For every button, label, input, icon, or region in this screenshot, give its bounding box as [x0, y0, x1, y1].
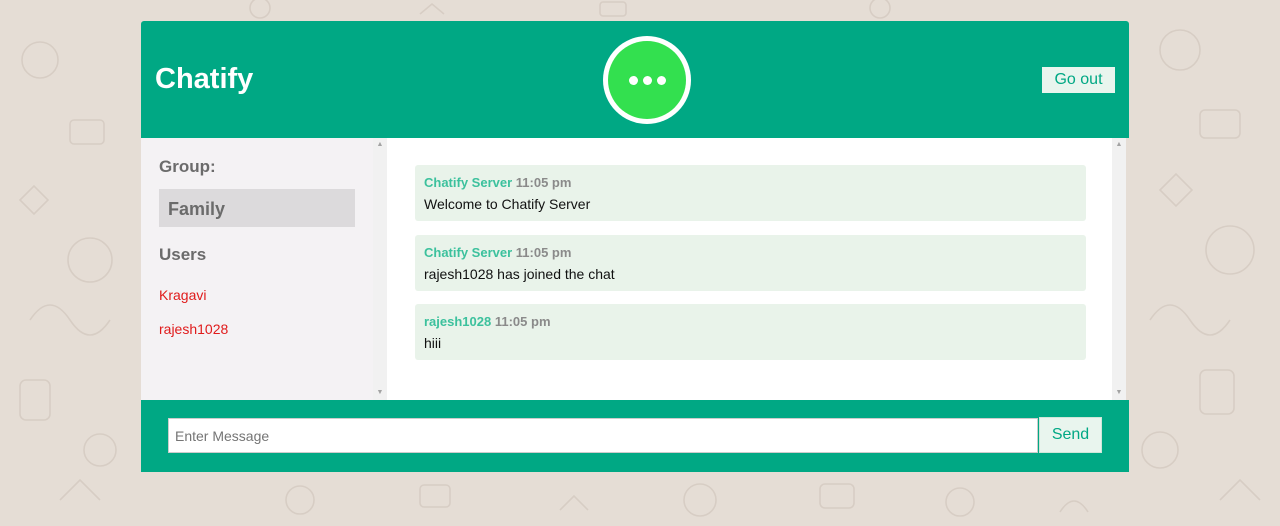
message-time: 11:05 pm [515, 175, 572, 190]
scroll-up-arrow-icon[interactable]: ▲ [373, 140, 387, 150]
message-sender: Chatify Server [424, 175, 513, 190]
message-sender: Chatify Server [424, 245, 513, 260]
dot [657, 76, 666, 85]
message-text: hiii [424, 335, 442, 351]
scroll-up-arrow-icon[interactable]: ▲ [1112, 140, 1126, 150]
scroll-down-arrow-icon[interactable]: ▼ [1112, 388, 1126, 398]
chat-scrollbar[interactable]: ▲ ▼ [1112, 138, 1126, 400]
app-header: Chatify Go out [141, 21, 1129, 138]
message-input[interactable] [168, 418, 1038, 453]
message-item: Chatify Server 11:05 pm Welcome to Chati… [415, 165, 1086, 221]
dot [643, 76, 652, 85]
message-meta: Chatify Server 11:05 pm [424, 175, 571, 190]
message-composer: Send [141, 400, 1129, 472]
message-time: 11:05 pm [515, 245, 572, 260]
sidebar: Group: Family Users Kragavi rajesh1028 ▲… [141, 138, 387, 400]
app-title: Chatify [155, 63, 254, 95]
user-list-item[interactable]: Kragavi [159, 287, 206, 303]
message-meta: Chatify Server 11:05 pm [424, 245, 571, 260]
message-sender: rajesh1028 [424, 314, 492, 329]
group-name: Family [168, 199, 226, 219]
send-button[interactable]: Send [1039, 417, 1102, 453]
more-dots-icon [608, 41, 686, 119]
user-list-item[interactable]: rajesh1028 [159, 321, 228, 337]
sidebar-scrollbar[interactable]: ▲ ▼ [373, 138, 387, 400]
message-item: Chatify Server 11:05 pm rajesh1028 has j… [415, 235, 1086, 291]
message-text: Welcome to Chatify Server [424, 196, 591, 212]
message-text: rajesh1028 has joined the chat [424, 266, 615, 282]
message-meta: rajesh1028 11:05 pm [424, 314, 551, 329]
message-list: Chatify Server 11:05 pm Welcome to Chati… [387, 138, 1112, 400]
group-chip-family[interactable]: Family [159, 189, 355, 227]
message-time: 11:05 pm [494, 314, 551, 329]
dot [629, 76, 638, 85]
message-item: rajesh1028 11:05 pm hiii [415, 304, 1086, 360]
chat-avatar[interactable] [603, 36, 691, 124]
go-out-button[interactable]: Go out [1042, 67, 1115, 93]
users-heading: Users [159, 245, 207, 264]
chat-app-window: Chatify Go out Group: Family Users Kraga… [141, 21, 1129, 472]
scroll-down-arrow-icon[interactable]: ▼ [373, 388, 387, 398]
group-heading: Group: [159, 157, 216, 176]
